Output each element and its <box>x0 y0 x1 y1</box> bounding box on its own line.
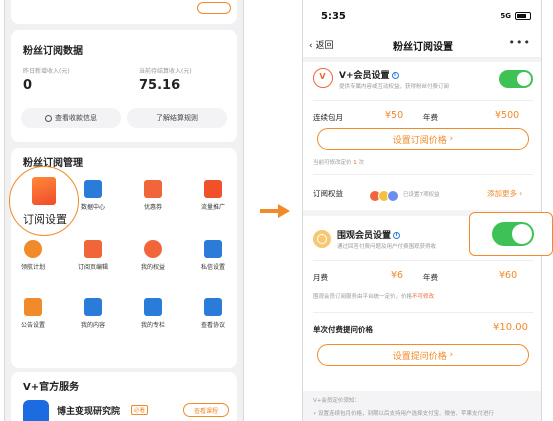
info-icon: i <box>391 72 399 79</box>
document-edit-icon <box>84 240 102 258</box>
yesterday-income-value: 0 <box>23 78 33 93</box>
rights-avatar-icon <box>387 190 399 202</box>
surround-member-icon <box>313 230 331 248</box>
surround-settings-title: 围观会员设置 i <box>337 228 401 241</box>
screenshot-root: 粉丝订阅数据 昨日新增收入(元) 0 当前待结算收入(元) 75.16 查看收款… <box>0 0 553 421</box>
official-service-title: V+官方服务 <box>23 382 80 393</box>
pricing-notes-line: • 设置连续包月价格，到期以后支持用户选择支付宝、微信、苹果支付进行 <box>313 411 495 417</box>
divider <box>313 312 533 313</box>
grid-item-coupon[interactable]: 优惠券 <box>129 180 177 211</box>
view-income-label: 查看收款信息 <box>55 114 97 122</box>
subscription-settings-highlight[interactable]: 订阅设置 <box>9 166 79 236</box>
fans-data-title: 粉丝订阅数据 <box>23 46 83 57</box>
settings-icon <box>45 114 52 122</box>
status-time: 5:35 <box>321 11 346 22</box>
vip-settings-subtitle: 提供专属内容或互动权益，获得粉丝付费订阅 <box>339 84 450 90</box>
status-network: 5G <box>500 12 511 20</box>
question-price-value: ¥10.00 <box>493 322 528 333</box>
coupon-icon <box>144 180 162 198</box>
service-name: 博主变现研究院 <box>57 407 121 417</box>
vip-toggle[interactable] <box>499 70 533 88</box>
subscription-settings-label: 订阅设置 <box>23 213 67 226</box>
surround-monthly-price: ¥6 <box>391 270 404 281</box>
rights-label: 订阅权益 <box>313 189 343 198</box>
promotion-icon <box>204 180 222 198</box>
more-menu-icon[interactable]: ••• <box>509 36 531 49</box>
monthly-price: ¥50 <box>385 110 404 121</box>
divider <box>313 260 533 261</box>
megaphone-icon <box>24 298 42 316</box>
battery-icon <box>515 12 531 20</box>
vip-logo-icon: V <box>313 68 333 88</box>
medal-icon <box>144 240 162 258</box>
content-icon <box>84 298 102 316</box>
page-title: 粉丝订阅设置 <box>393 42 453 53</box>
grid-item-my-content[interactable]: 我的内容 <box>69 298 117 329</box>
right-phone-screen: 5:35 5G ‹ 返回 粉丝订阅设置 ••• V V+会员设置 i 提供专属内容… <box>302 0 542 421</box>
column-icon <box>144 298 162 316</box>
vip-settings-title: V+会员设置 i <box>339 68 399 81</box>
rights-avatars <box>369 190 409 202</box>
surround-yearly-price: ¥60 <box>499 270 518 281</box>
pricing-notes: V+会员定价须知： • 设置连续包月价格，到期以后支持用户选择支付宝、微信、苹果… <box>313 396 494 417</box>
grid-item-pilot-plan[interactable]: 领航计划 <box>9 240 57 271</box>
grid-item-my-column[interactable]: 我的专栏 <box>129 298 177 329</box>
official-service-card: V+官方服务 博主变现研究院 必看 查看课程 <box>11 372 237 421</box>
set-subscription-price-button[interactable]: 设置订阅价格 › <box>317 128 529 150</box>
yearly-price: ¥500 <box>495 110 520 121</box>
compass-icon <box>24 240 42 258</box>
partial-button[interactable] <box>197 2 231 14</box>
surround-yearly-label: 年费 <box>423 273 438 282</box>
fans-data-card: 粉丝订阅数据 昨日新增收入(元) 0 当前待结算收入(元) 75.16 查看收款… <box>11 30 237 142</box>
question-price-label: 单次付费提问价格 <box>313 325 373 334</box>
surround-price-note: 围观会员订阅服务由平台统一定价，价格不可修改 <box>313 294 435 300</box>
chart-icon <box>84 180 102 198</box>
surround-settings-subtitle: 通过回答付费问题及用户付费围观获得收 <box>337 244 437 250</box>
agreement-icon <box>204 298 222 316</box>
yearly-label: 年费 <box>423 113 438 122</box>
grid-item-promotion[interactable]: 流量推广 <box>189 180 237 211</box>
settlement-rules-label: 了解结算规则 <box>156 114 198 122</box>
info-icon: i <box>393 232 401 239</box>
nav-bar: ‹ 返回 粉丝订阅设置 ••• <box>303 30 541 58</box>
surround-monthly-label: 月费 <box>313 273 328 282</box>
divider <box>313 174 533 175</box>
monthly-label: 连续包月 <box>313 113 343 122</box>
right-arrow-icon <box>260 204 290 218</box>
view-course-button[interactable]: 查看课程 <box>183 403 229 417</box>
add-more-link[interactable]: 添加更多 › <box>487 188 522 199</box>
vip-settings-panel: V V+会员设置 i 提供专属内容或互动权益，获得粉丝付费订阅 连续包月 ¥50 … <box>303 62 541 210</box>
service-logo <box>23 400 49 421</box>
status-bar: 5:35 5G <box>303 0 541 30</box>
grid-item-page-edit[interactable]: 订阅页编辑 <box>69 240 117 271</box>
left-phone-screen: 粉丝订阅数据 昨日新增收入(元) 0 当前待结算收入(元) 75.16 查看收款… <box>4 0 244 421</box>
grid-item-view-agreement[interactable]: 查看协议 <box>189 298 237 329</box>
surround-toggle-highlight <box>469 212 553 256</box>
set-question-price-button[interactable]: 设置提问价格 › <box>317 344 529 366</box>
pending-income-value: 75.16 <box>139 78 181 93</box>
pricing-notes-title: V+会员定价须知： <box>313 398 360 404</box>
grid-item-announcement[interactable]: 公告设置 <box>9 298 57 329</box>
modify-price-note: 当前可修改定价 1 次 <box>313 160 365 166</box>
settlement-rules-button[interactable]: 了解结算规则 <box>127 108 227 128</box>
divider <box>313 100 533 101</box>
pending-income-label: 当前待结算收入(元) <box>139 68 192 75</box>
must-see-badge: 必看 <box>131 405 149 415</box>
surround-toggle[interactable] <box>492 222 534 246</box>
top-card-strip <box>11 0 237 24</box>
view-income-button[interactable]: 查看收款信息 <box>21 108 121 128</box>
grid-item-message-settings[interactable]: 私信设置 <box>189 240 237 271</box>
bookmark-icon <box>32 177 56 205</box>
grid-item-my-rights[interactable]: 我的权益 <box>129 240 177 271</box>
mail-icon <box>204 240 222 258</box>
yesterday-income-label: 昨日新增收入(元) <box>23 68 70 75</box>
